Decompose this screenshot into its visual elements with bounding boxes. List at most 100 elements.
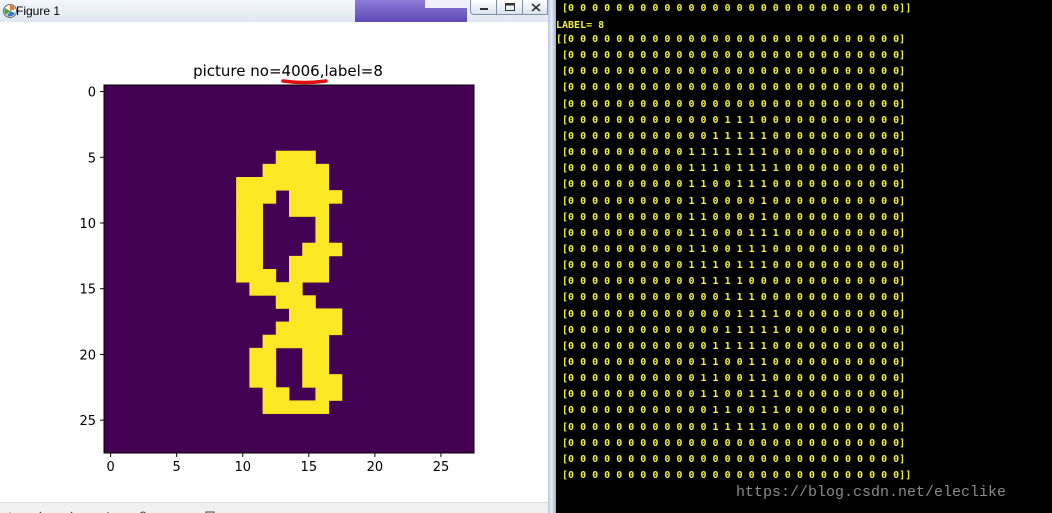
image-pixel (302, 269, 316, 283)
y-tick-label: 25 (79, 414, 96, 429)
image-pixel (289, 203, 303, 217)
image-pixel (302, 190, 316, 204)
image-pixel (289, 150, 303, 165)
picture-number: 4006 (282, 62, 320, 80)
console-matrix-row: [0 0 0 0 0 0 0 0 0 0 0 1 1 0 0 1 1 0 0 0… (556, 357, 906, 368)
close-button[interactable] (522, 0, 548, 15)
image-pixel (262, 190, 277, 204)
plot-title-prefix: picture no= (193, 62, 281, 80)
image-pixel (302, 361, 316, 375)
image-pixel (315, 190, 330, 204)
image-pixel (328, 308, 343, 322)
console-matrix-row: [0 0 0 0 0 0 0 0 0 0 0 0 0 0 0 0 0 0 0 0… (556, 82, 906, 94)
image-pixel (249, 216, 263, 230)
console-matrix-row: [0 0 0 0 0 0 0 0 0 0 0 0 0 0 0 0 0 0 0 0… (556, 66, 906, 78)
image-pixel (315, 229, 330, 244)
image-pixel (289, 269, 303, 283)
console-matrix-row: [0 0 0 0 0 0 0 0 0 0 0 1 1 0 0 1 1 1 0 0… (556, 389, 906, 401)
image-pixel (236, 203, 250, 217)
image-pixel (249, 282, 263, 296)
image-pixel (315, 400, 330, 414)
image-pixel (262, 163, 277, 178)
image-pixel (289, 295, 303, 309)
image-pixel (249, 190, 263, 204)
figure-toolbar (0, 502, 548, 513)
image-pixel (289, 190, 303, 204)
y-axis-ticks: 0 5 10 15 20 25 (79, 86, 104, 429)
image-pixel (275, 387, 290, 401)
image-pixel (275, 177, 290, 191)
image-pixel (302, 321, 316, 336)
image-pixel (236, 190, 250, 204)
close-icon (531, 3, 541, 12)
console-matrix-row: [0 0 0 0 0 0 0 0 0 0 1 1 1 0 1 1 1 1 0 0… (556, 163, 906, 175)
console-matrix-row: [0 0 0 0 0 0 0 0 0 0 0 0 1 1 1 1 1 0 0 0… (556, 340, 906, 352)
image-pixel (315, 216, 330, 230)
image-pixel (236, 177, 250, 191)
red-underline-annotation (281, 79, 328, 85)
console-window[interactable]: [0 0 0 0 0 0 0 0 0 0 0 0 0 0 0 0 0 0 0 0… (556, 0, 1052, 513)
image-pixel (236, 242, 250, 257)
image-pixel (249, 269, 263, 283)
minimize-icon (480, 8, 488, 10)
x-tick-label: 0 (106, 460, 114, 475)
image-pixel (328, 387, 343, 401)
image-pixel (262, 361, 277, 375)
maximize-icon (505, 3, 515, 11)
console-matrix-row: [0 0 0 0 0 0 0 0 0 0 0 0 0 0 0 0 0 0 0 0… (556, 98, 906, 110)
pan-button[interactable] (100, 505, 116, 513)
forward-button[interactable] (62, 505, 78, 513)
console-matrix-row: [0 0 0 0 0 0 0 0 0 0 0 0 1 1 0 0 1 1 0 0… (556, 405, 906, 417)
image-plot: picture no=4006,label=8 0 5 10 15 20 25 0 5 10 1… (79, 62, 475, 475)
image-pixel (262, 387, 277, 401)
image-pixel (302, 255, 316, 270)
console-matrix-row: [[0 0 0 0 0 0 0 0 0 0 0 0 0 0 0 0 0 0 0 … (556, 34, 906, 45)
y-tick-label: 0 (88, 86, 96, 101)
background-window-strip-light (425, 0, 467, 8)
image-pixel (275, 150, 290, 165)
image-pixel (302, 295, 316, 309)
image-pixel (315, 387, 330, 401)
figure-window: Figure 1 picture no=4006,label=8 0 5 10 15 2… (0, 0, 548, 513)
console-matrix-row: [0 0 0 0 0 0 0 0 0 0 1 1 1 1 1 1 1 0 0 0… (556, 147, 906, 159)
image-pixel (328, 321, 343, 336)
y-tick-label: 15 (79, 283, 96, 298)
maximize-button[interactable] (496, 0, 523, 15)
figure-canvas[interactable]: picture no=4006,label=8 0 5 10 15 20 25 0 5 10 1… (0, 22, 548, 502)
console-matrix-row: [0 0 0 0 0 0 0 0 0 0 0 0 0 0 0 0 0 0 0 0… (556, 470, 912, 482)
console-matrix-row: [0 0 0 0 0 0 0 0 0 0 0 0 0 0 1 1 1 1 0 0… (556, 308, 906, 320)
image-pixel (289, 163, 303, 178)
image-pixel (275, 163, 290, 178)
image-pixel (302, 347, 316, 362)
image-pixel (249, 242, 263, 257)
image-pixel (236, 216, 250, 230)
zoom-button[interactable] (136, 505, 152, 513)
x-axis-ticks: 0 5 10 15 20 25 (106, 453, 449, 475)
x-tick-label: 5 (173, 460, 181, 475)
x-tick-label: 25 (433, 460, 450, 475)
console-matrix-row: [0 0 0 0 0 0 0 0 0 0 0 0 0 1 1 1 0 0 0 0… (556, 292, 906, 304)
image-pixel (275, 282, 290, 296)
image-pixel (315, 255, 330, 270)
image-pixel (249, 374, 263, 388)
image-pixel (315, 361, 330, 375)
image-pixel (249, 347, 263, 362)
console-matrix-row: [0 0 0 0 0 0 0 0 0 0 0 1 1 1 1 0 0 0 0 0… (556, 276, 906, 288)
y-tick-label: 20 (79, 348, 96, 363)
home-button[interactable] (2, 505, 18, 513)
x-tick-label: 15 (301, 460, 318, 475)
save-figure-button[interactable] (202, 505, 218, 513)
image-pixel (315, 321, 330, 336)
back-button[interactable] (34, 505, 50, 513)
minimize-button[interactable] (470, 0, 497, 15)
image-pixel (262, 400, 277, 414)
console-matrix-row: [0 0 0 0 0 0 0 0 0 0 0 0 0 1 1 1 0 0 0 0… (556, 114, 906, 126)
watermark-text: https://blog.csdn.net/eleclike (736, 484, 1007, 501)
image-pixel (302, 308, 316, 322)
configure-subplots-button[interactable] (168, 505, 184, 513)
console-label-line: LABEL= 8 (556, 20, 605, 31)
plot-title-suffix: ,label=8 (320, 62, 383, 80)
digit-image (104, 85, 474, 453)
window-title-bar[interactable]: Figure 1 (0, 0, 548, 23)
image-pixel (302, 374, 316, 388)
